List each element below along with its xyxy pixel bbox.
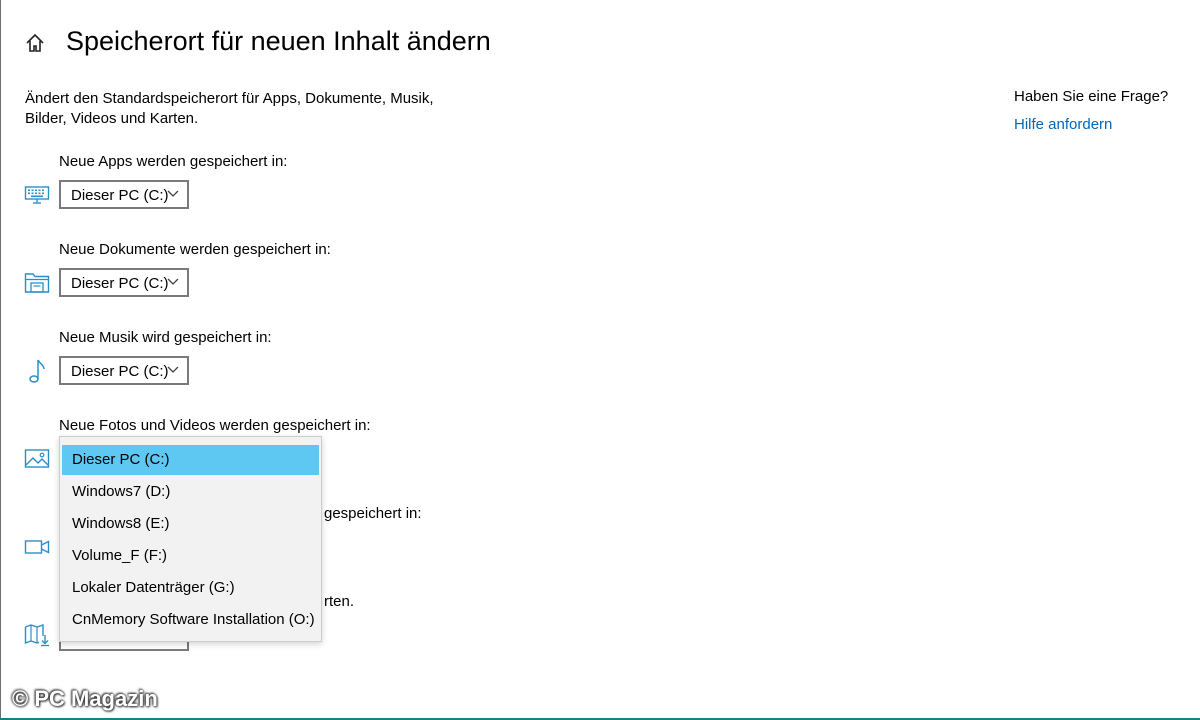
offline-maps-icon: [24, 622, 50, 648]
videos-location-label-fragment: gespeichert in:: [324, 505, 422, 522]
music-note-icon: [24, 358, 50, 384]
window-left-border: [0, 0, 1, 720]
maps-location-label-fragment: rten.: [324, 593, 355, 610]
apps-location-label: Neue Apps werden gespeichert in:: [59, 153, 288, 170]
documents-location-value: Dieser PC (C:): [71, 275, 169, 292]
help-question: Haben Sie eine Frage?: [1014, 88, 1169, 105]
chevron-down-icon: [167, 366, 179, 373]
documents-location-dropdown[interactable]: Dieser PC (C:): [59, 268, 189, 297]
home-icon[interactable]: [24, 32, 46, 54]
documents-location-label: Neue Dokumente werden gespeichert in:: [59, 241, 331, 258]
music-location-label: Neue Musik wird gespeichert in:: [59, 329, 272, 346]
drive-option-o[interactable]: CnMemory Software Installation (O:): [62, 605, 319, 635]
documents-folder-icon: [24, 270, 50, 296]
video-camera-icon: [24, 534, 50, 560]
photos-location-label: Neue Fotos und Videos werden gespeichert…: [59, 417, 371, 434]
drive-selection-popup: Dieser PC (C:) Windows7 (D:) Windows8 (E…: [59, 436, 322, 642]
apps-location-value: Dieser PC (C:): [71, 187, 169, 204]
page-title: Speicherort für neuen Inhalt ändern: [66, 26, 491, 56]
apps-location-dropdown[interactable]: Dieser PC (C:): [59, 180, 189, 209]
drive-option-d[interactable]: Windows7 (D:): [62, 477, 319, 507]
drive-option-f[interactable]: Volume_F (F:): [62, 541, 319, 571]
music-location-value: Dieser PC (C:): [71, 363, 169, 380]
drive-option-c[interactable]: Dieser PC (C:): [62, 445, 319, 475]
watermark: © PC Magazin: [12, 686, 158, 711]
help-link[interactable]: Hilfe anfordern: [1014, 116, 1112, 133]
chevron-down-icon: [167, 190, 179, 197]
keyboard-icon: [24, 182, 50, 208]
chevron-down-icon: [167, 278, 179, 285]
drive-option-g[interactable]: Lokaler Datenträger (G:): [62, 573, 319, 603]
page-description: Ändert den Standardspeicherort für Apps,…: [25, 90, 434, 127]
music-location-dropdown[interactable]: Dieser PC (C:): [59, 356, 189, 385]
picture-icon: [24, 446, 50, 472]
drive-option-e[interactable]: Windows8 (E:): [62, 509, 319, 539]
